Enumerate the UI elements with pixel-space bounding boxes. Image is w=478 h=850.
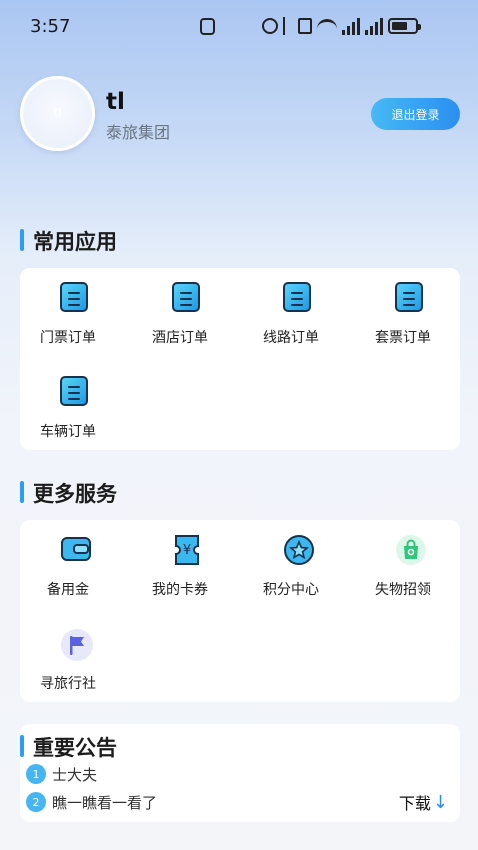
more-services-card: 备用金 ¥ 我的卡券 积分中心 失物招领 寻旅行社 [20,520,460,702]
service-label: 备用金 [47,582,89,598]
wifi-icon [317,19,337,33]
points-star-icon [283,534,314,565]
app-label: 车辆订单 [40,424,96,440]
download-label: 下载 [398,794,431,813]
vehicle-order-icon [60,376,90,406]
common-apps-card: 门票订单 酒店订单 线路订单 套票订单 车辆订单 [20,268,460,450]
alarm-icon [262,18,278,34]
avatar-text: tl [53,106,62,121]
service-points-center[interactable]: 积分中心 [243,520,353,610]
app-vehicle-order[interactable]: 车辆订单 [20,362,130,452]
app-package-order[interactable]: 套票订单 [355,268,465,358]
service-lost-and-found[interactable]: 失物招领 [355,520,465,610]
notice-item[interactable]: 2 瞧一瞧看一看了 [26,791,157,813]
service-reserve-fund[interactable]: 备用金 [20,520,130,610]
app-label: 套票订单 [375,330,431,346]
battery-icon [388,18,421,34]
notice-number-badge: 1 [26,764,46,784]
common-apps-title: 常用应用 [20,226,117,256]
notices-title: 重要公告 [20,732,117,762]
service-label: 寻旅行社 [40,676,96,692]
notice-text: 士大夫 [52,765,98,784]
service-find-travel-agency[interactable]: 寻旅行社 [20,614,130,704]
status-time: 3:57 [30,16,71,37]
nfc-icon [200,18,215,35]
more-services-title: 更多服务 [20,478,117,508]
lost-found-bag-icon [395,534,426,565]
avatar[interactable]: tl [20,76,95,151]
service-label: 我的卡券 [152,582,208,598]
app-label: 线路订单 [263,330,319,346]
notice-card: 重要公告 1 士大夫 2 瞧一瞧看一看了 下载 ↓ [20,724,460,822]
service-label: 失物招领 [375,582,431,598]
ticket-order-icon [60,282,90,312]
vibrate-icon [298,18,312,34]
status-icons [262,17,421,35]
wallet-icon [60,534,91,564]
logout-button[interactable]: 退出登录 [371,98,460,130]
download-link[interactable]: 下载 ↓ [399,790,448,814]
route-order-icon [283,282,313,312]
app-label: 酒店订单 [152,330,208,346]
package-order-icon [395,282,425,312]
signal-icon [342,17,360,35]
service-label: 积分中心 [263,582,319,598]
flag-icon [60,628,93,661]
app-label: 门票订单 [40,330,96,346]
user-name: tl [106,89,125,115]
svg-text:¥: ¥ [183,543,191,558]
app-route-order[interactable]: 线路订单 [243,268,353,358]
status-bar: 3:57 [0,0,478,54]
bluetooth-icon [283,17,293,35]
user-organization: 泰旅集团 [106,123,171,142]
app-hotel-order[interactable]: 酒店订单 [132,268,242,358]
notice-text: 瞧一瞧看一看了 [52,793,158,812]
signal-icon [365,17,383,35]
notice-item[interactable]: 1 士大夫 [26,763,97,785]
coupon-icon: ¥ [172,534,202,565]
service-my-coupons[interactable]: ¥ 我的卡券 [132,520,242,610]
app-ticket-order[interactable]: 门票订单 [20,268,130,358]
arrow-down-icon: ↓ [432,791,448,813]
notice-number-badge: 2 [26,792,46,812]
hotel-order-icon [172,282,202,312]
